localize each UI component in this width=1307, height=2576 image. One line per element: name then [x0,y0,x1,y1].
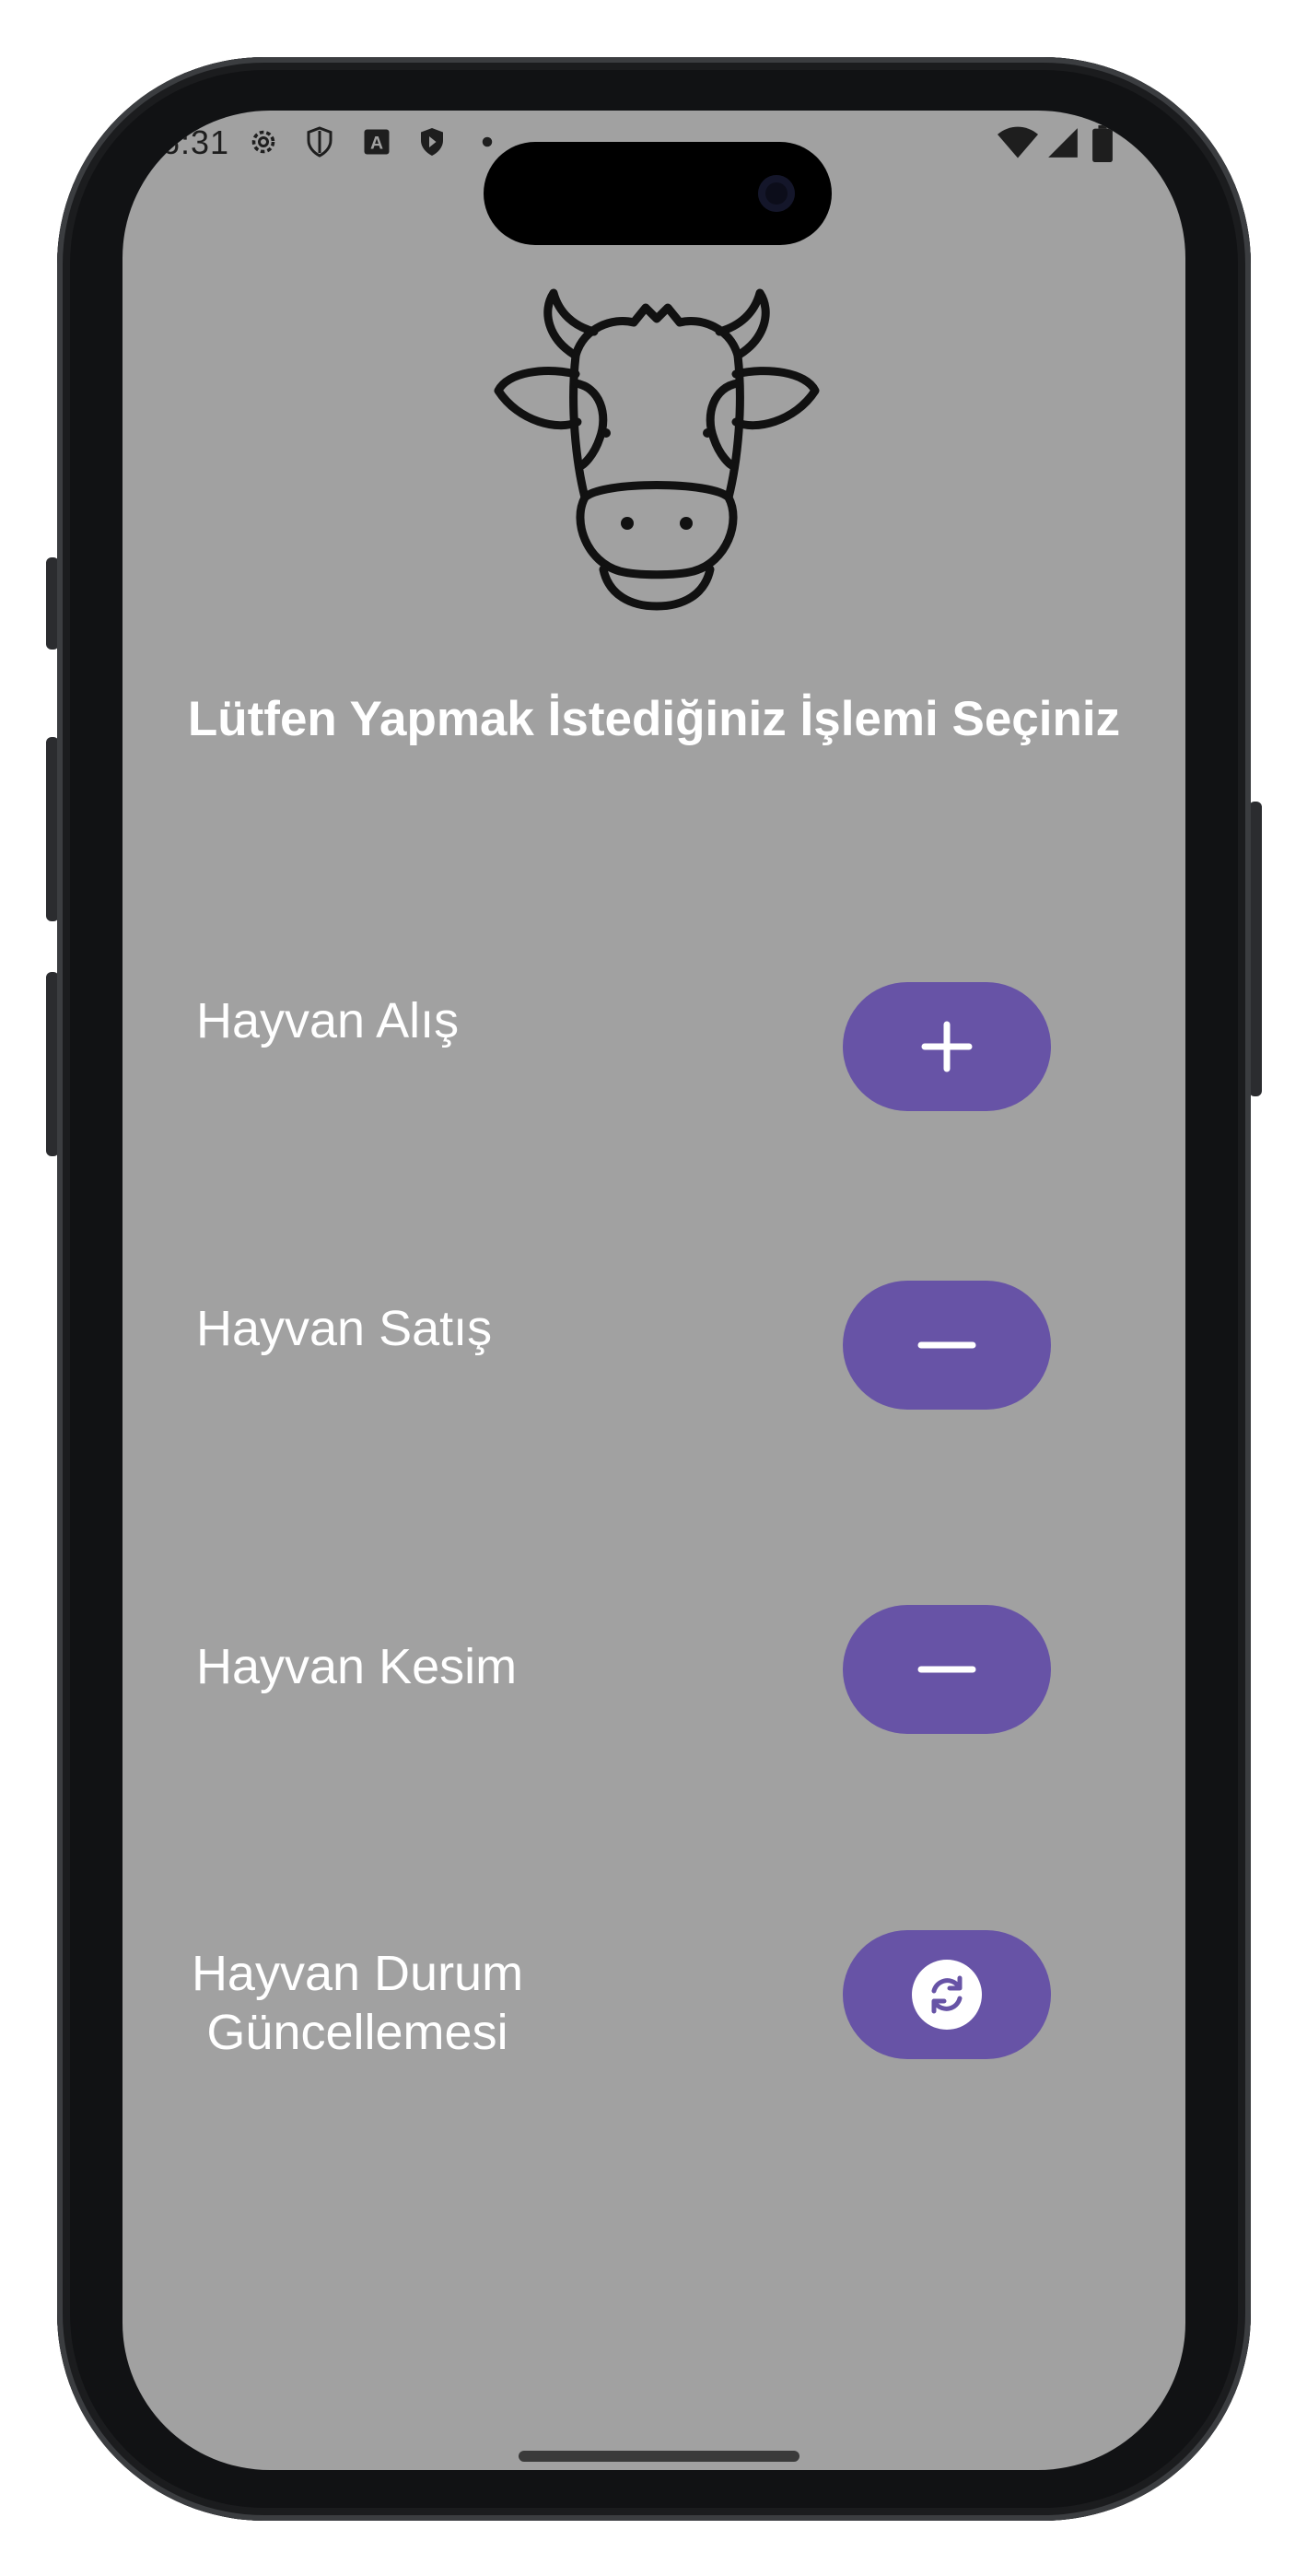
a-icon: A [364,129,390,155]
shield-icon [307,126,333,158]
animal-status-update-label-line1: Hayvan Durum [191,1946,524,2001]
animal-purchase-label: Hayvan Alış [196,993,460,1048]
home-indicator[interactable] [519,2451,799,2462]
device-stage: 6:31 A Lütfen Yapmak İstediğiniz İşlemi … [0,0,1307,2576]
animal-slaughter-button[interactable] [843,1605,1051,1734]
status-time: 6:31 [161,123,230,161]
minus-icon [917,1666,976,1673]
cow-head-icon [494,288,820,611]
animal-status-update-label-line2: Güncellemesi [206,2005,508,2060]
animal-sale-label: Hayvan Satış [196,1301,493,1356]
plus-icon [921,1021,973,1072]
minus-icon [917,1341,976,1349]
dot-icon [482,136,493,147]
animal-purchase-button[interactable] [843,982,1051,1111]
app-screen: 6:31 A Lütfen Yapmak İstediğiniz İşlemi … [123,111,1185,2470]
signal-icon [1048,128,1078,158]
animal-sale-button[interactable] [843,1281,1051,1410]
dynamic-island [484,142,832,245]
battery-icon [1092,125,1113,162]
sync-icon [912,1960,982,2030]
play-shield-icon [421,128,443,156]
animal-status-update-button[interactable] [843,1930,1051,2059]
animal-status-update-label: Hayvan Durum Güncellemesi [182,1944,532,2062]
svg-text:A: A [370,134,383,154]
power-button [1249,802,1262,1096]
settings-icon [251,130,275,154]
animal-slaughter-label: Hayvan Kesim [196,1639,518,1694]
page-title: Lütfen Yapmak İstediğiniz İşlemi Seçiniz [187,692,1121,746]
front-camera [758,175,795,212]
wifi-icon [998,126,1038,158]
